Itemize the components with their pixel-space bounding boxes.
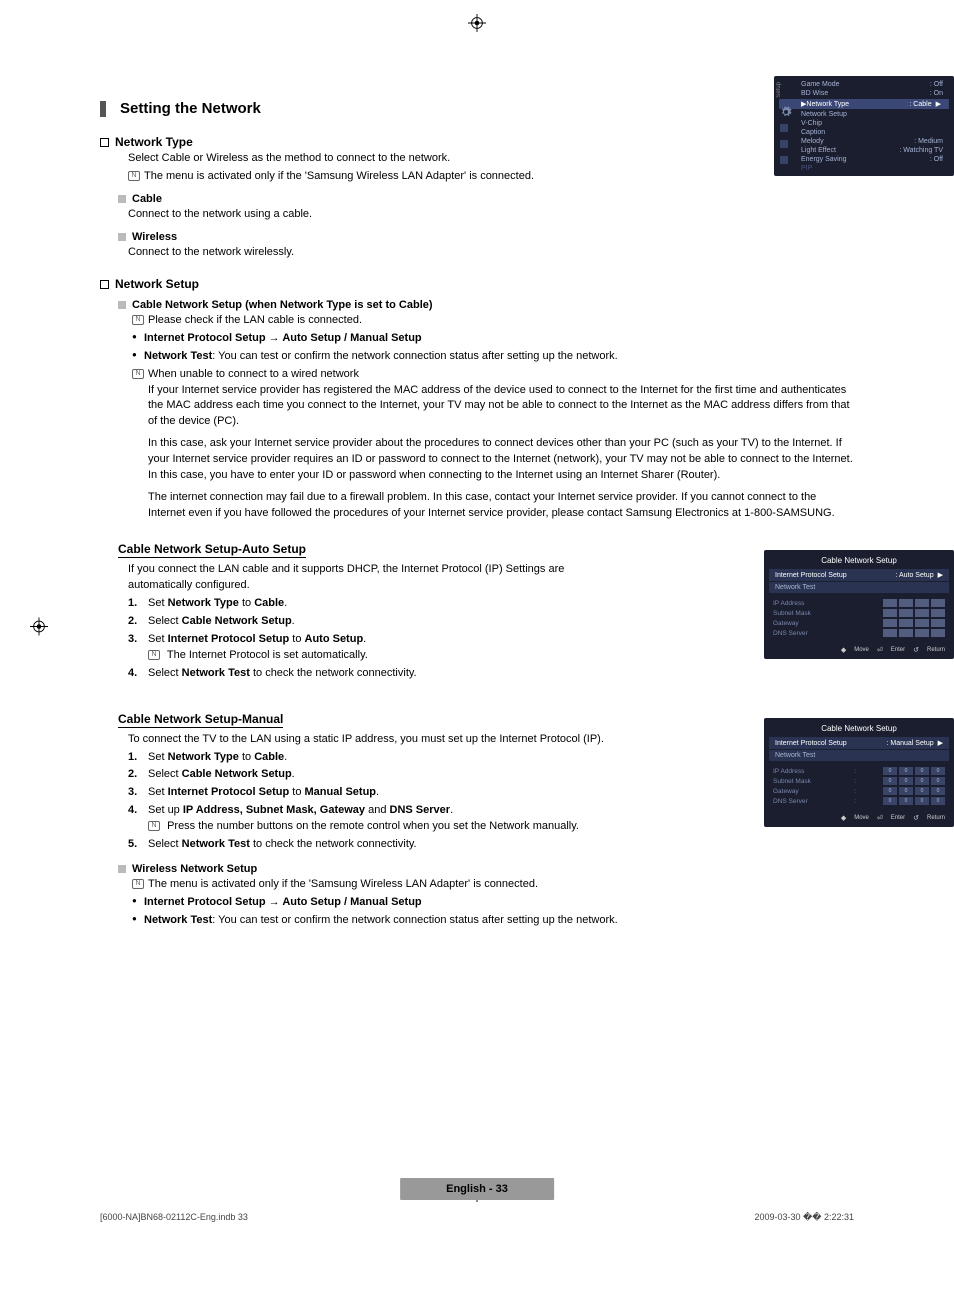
square-bullet-gray-icon — [118, 865, 126, 873]
arrow-right-icon: ▶ — [936, 100, 941, 108]
list-item: Select Network Test to check the network… — [128, 666, 630, 682]
square-bullet-gray-icon — [118, 195, 126, 203]
note-icon: N — [132, 369, 144, 379]
square-bullet-gray-icon — [118, 301, 126, 309]
heading-wireless: Wireless — [100, 231, 630, 243]
list-item: Set Network Type to Cable. — [128, 750, 630, 766]
paragraph: In this case, ask your Internet service … — [100, 436, 854, 484]
enter-icon: ⏎ — [877, 646, 883, 654]
section-title: Setting the Network — [120, 100, 261, 117]
heading-wireless-network-setup: Wireless Network Setup — [100, 863, 854, 875]
arrow-right-icon: ▶ — [938, 572, 943, 579]
enter-icon: ⏎ — [877, 814, 883, 822]
osd-cable-auto: Cable Network Setup Internet Protocol Se… — [764, 550, 954, 659]
section-title-bar: Setting the Network — [100, 100, 854, 117]
numbered-list: Set Network Type to Cable. Select Cable … — [100, 750, 630, 802]
bullet-list: Internet Protocol Setup → Auto Setup / M… — [100, 331, 630, 365]
square-bullet-icon — [100, 280, 109, 289]
body-text: Select Cable or Wireless as the method t… — [100, 151, 630, 167]
heading-cable-network-setup: Cable Network Setup (when Network Type i… — [100, 299, 630, 311]
list-item: Internet Protocol Setup → Auto Setup / M… — [132, 895, 854, 911]
footer-right: 2009-03-30 �� 2:22:31 — [754, 1212, 854, 1223]
note-icon: N — [128, 171, 140, 181]
list-item: Internet Protocol Setup → Auto Setup / M… — [132, 331, 630, 347]
list-item: Select Cable Network Setup. — [128, 767, 630, 783]
square-bullet-icon — [100, 138, 109, 147]
note-icon: N — [148, 821, 160, 831]
footer-left: [6000-NA]BN68-02112C-Eng.indb 33 — [100, 1212, 248, 1223]
gear-icon — [780, 106, 792, 118]
list-item: Set up IP Address, Subnet Mask, Gateway … — [128, 803, 854, 835]
list-item: Set Network Type to Cable. — [128, 596, 630, 612]
note-icon: N — [148, 650, 160, 660]
heading-network-type: Network Type — [100, 135, 630, 149]
return-icon: ↺ — [913, 814, 919, 822]
paragraph: If your Internet service provider has re… — [100, 383, 854, 431]
note-icon: N — [132, 315, 144, 325]
bullet-list: Internet Protocol Setup → Auto Setup / M… — [100, 895, 854, 929]
subheading-auto-setup: Cable Network Setup-Auto Setup — [118, 542, 306, 558]
list-item: Network Test: You can test or confirm th… — [132, 913, 854, 929]
arrow-right-icon: ▶ — [938, 740, 943, 747]
title-accent-bar — [100, 101, 106, 117]
square-bullet-gray-icon — [118, 233, 126, 241]
osd-selected-row: ▶Network Type: Cable▶ — [779, 99, 949, 109]
osd-setup-menu: Setup Game Mode: Off BD Wise: On ▶Networ… — [774, 76, 954, 176]
paragraph: The internet connection may fail due to … — [100, 490, 854, 522]
heading-cable: Cable — [100, 193, 630, 205]
list-item: Set Internet Protocol Setup to Manual Se… — [128, 785, 630, 801]
footer: [6000-NA]BN68-02112C-Eng.indb 33 2009-03… — [100, 1212, 854, 1223]
note-icon: N — [132, 879, 144, 889]
diamond-icon: ◆ — [841, 646, 846, 654]
list-item: Select Cable Network Setup. — [128, 614, 630, 630]
return-icon: ↺ — [913, 646, 919, 654]
list-item: Network Test: You can test or confirm th… — [132, 349, 630, 365]
note-row: NThe menu is activated only if the 'Sams… — [100, 169, 630, 185]
numbered-list: Set Network Type to Cable. Select Cable … — [100, 596, 630, 682]
subheading-manual-setup: Cable Network Setup-Manual — [118, 712, 283, 728]
page-number-badge: English - 33 — [400, 1178, 554, 1200]
list-item: Set Internet Protocol Setup to Auto Setu… — [128, 632, 630, 664]
list-item: Select Network Test to check the network… — [128, 837, 854, 853]
heading-network-setup: Network Setup — [100, 277, 630, 291]
